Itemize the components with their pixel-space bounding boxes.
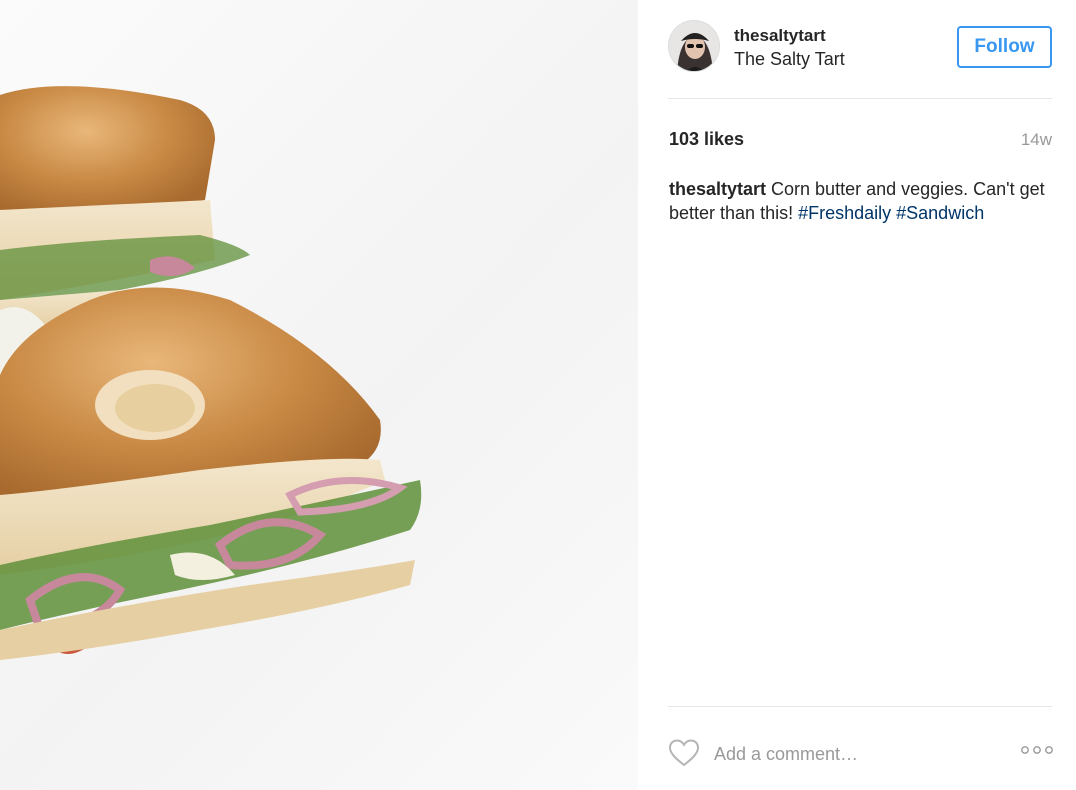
comment-bar	[668, 738, 1058, 770]
sandwich-illustration	[0, 86, 422, 660]
caption-username[interactable]: thesaltytart	[669, 179, 766, 199]
more-options-icon[interactable]	[1020, 742, 1054, 763]
comment-divider	[668, 706, 1052, 707]
follow-button[interactable]: Follow	[957, 26, 1052, 68]
comment-input[interactable]	[714, 742, 984, 766]
avatar[interactable]	[668, 20, 720, 72]
hashtag-link-sandwich[interactable]: #Sandwich	[896, 203, 984, 223]
post-caption: thesaltytart Corn butter and veggies. Ca…	[669, 177, 1059, 225]
likes-count[interactable]: 103 likes	[669, 129, 744, 150]
post-header: thesaltytart The Salty Tart Follow	[668, 20, 1052, 76]
author-full-name: The Salty Tart	[734, 49, 845, 69]
heart-icon[interactable]	[668, 738, 700, 773]
post-photo[interactable]	[0, 0, 638, 790]
avatar-image	[669, 21, 719, 71]
post-timestamp[interactable]: 14w	[1021, 130, 1052, 150]
header-divider	[668, 98, 1052, 99]
author-username[interactable]: thesaltytart	[734, 26, 826, 46]
hashtag-link-freshdaily[interactable]: #Freshdaily	[798, 203, 891, 223]
post-details-panel: thesaltytart The Salty Tart Follow 103 l…	[638, 0, 1076, 790]
